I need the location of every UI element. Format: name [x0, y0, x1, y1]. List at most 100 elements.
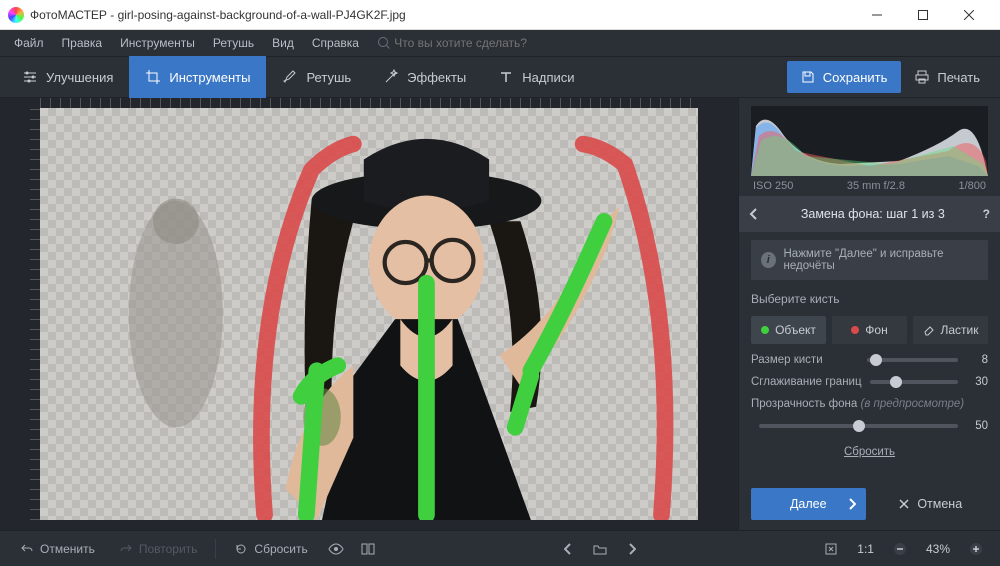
- brush-size-value: 8: [966, 354, 988, 366]
- menu-retouch[interactable]: Ретушь: [205, 33, 262, 53]
- tab-captions[interactable]: Надписи: [482, 56, 590, 98]
- wand-icon: [383, 69, 399, 85]
- ruler-vertical: [30, 108, 40, 520]
- cancel-button[interactable]: Отмена: [874, 488, 989, 520]
- window-maximize-button[interactable]: [900, 0, 946, 30]
- brush-icon: [282, 69, 298, 85]
- zoom-out-button[interactable]: [886, 535, 914, 563]
- opacity-value: 50: [966, 420, 988, 432]
- exif-shutter: 1/800: [958, 180, 986, 192]
- tab-label: Инструменты: [169, 70, 250, 85]
- right-panel: ISO 250 35 mm f/2.8 1/800 Замена фона: ш…: [738, 98, 1000, 530]
- menu-search-input[interactable]: [394, 36, 594, 50]
- save-icon: [801, 70, 815, 84]
- panel-hint: i Нажмите "Далее" и исправьте недочёты: [751, 240, 988, 280]
- brush-object-button[interactable]: Объект: [751, 316, 826, 344]
- undo-label: Отменить: [40, 542, 95, 556]
- close-icon: [899, 499, 909, 509]
- zoom-ratio[interactable]: 1:1: [849, 542, 882, 556]
- panel-header: Замена фона: шаг 1 из 3 ?: [739, 196, 1000, 232]
- reset-button[interactable]: Сбросить: [224, 535, 317, 563]
- print-button[interactable]: Печать: [901, 61, 994, 93]
- menu-tools[interactable]: Инструменты: [112, 33, 203, 53]
- print-icon: [915, 70, 929, 84]
- folder-icon: [593, 543, 607, 555]
- panel-title: Замена фона: шаг 1 из 3: [771, 207, 975, 221]
- menu-edit[interactable]: Правка: [54, 33, 111, 53]
- menu-file[interactable]: Файл: [6, 33, 52, 53]
- cancel-label: Отмена: [917, 497, 962, 511]
- redo-label: Повторить: [139, 542, 198, 556]
- reset-link[interactable]: Сбросить: [751, 446, 988, 458]
- preview-toggle-button[interactable]: [322, 535, 350, 563]
- brush-size-label: Размер кисти: [751, 354, 859, 366]
- red-dot-icon: [851, 326, 859, 334]
- tab-label: Эффекты: [407, 70, 466, 85]
- canvas[interactable]: [40, 108, 698, 520]
- window-minimize-button[interactable]: [854, 0, 900, 30]
- zoom-percent: 43%: [918, 542, 958, 556]
- brush-label: Ластик: [941, 323, 979, 337]
- redo-button[interactable]: Повторить: [109, 535, 208, 563]
- menubar: Файл Правка Инструменты Ретушь Вид Справ…: [0, 30, 1000, 56]
- choose-brush-label: Выберите кисть: [751, 292, 988, 306]
- brush-size-slider[interactable]: [867, 358, 958, 362]
- fit-screen-button[interactable]: [817, 535, 845, 563]
- canvas-illustration: [40, 108, 698, 520]
- reset-label: Сбросить: [254, 542, 307, 556]
- smooth-value: 30: [966, 376, 988, 388]
- search-icon: [377, 36, 391, 50]
- brush-background-button[interactable]: Фон: [832, 316, 907, 344]
- ruler-horizontal: [40, 98, 698, 108]
- undo-button[interactable]: Отменить: [10, 535, 105, 563]
- app-logo-icon: [8, 7, 24, 23]
- next-button[interactable]: Далее: [751, 488, 866, 520]
- chevron-right-icon: [848, 498, 856, 510]
- save-label: Сохранить: [823, 70, 888, 85]
- menu-search: [377, 36, 594, 50]
- text-icon: [498, 69, 514, 85]
- print-label: Печать: [937, 70, 980, 85]
- mode-tabs: Улучшения Инструменты Ретушь Эффекты Над…: [0, 56, 1000, 98]
- tab-label: Ретушь: [306, 70, 351, 85]
- green-dot-icon: [761, 326, 769, 334]
- redo-icon: [119, 542, 133, 556]
- menu-help[interactable]: Справка: [304, 33, 367, 53]
- tab-retouch[interactable]: Ретушь: [266, 56, 367, 98]
- nav-next-button[interactable]: [618, 535, 646, 563]
- eraser-icon: [923, 324, 935, 336]
- opacity-slider[interactable]: [759, 424, 958, 428]
- brush-eraser-button[interactable]: Ластик: [913, 316, 988, 344]
- sliders-icon: [22, 69, 38, 85]
- histogram[interactable]: [751, 106, 988, 176]
- panel-help-button[interactable]: ?: [983, 207, 990, 221]
- window-close-button[interactable]: [946, 0, 992, 30]
- smooth-slider[interactable]: [870, 380, 958, 384]
- brush-label: Фон: [865, 323, 887, 337]
- exif-focal: 35 mm f/2.8: [847, 180, 905, 192]
- next-label: Далее: [790, 497, 827, 511]
- eye-icon: [328, 543, 344, 555]
- undo-icon: [20, 542, 34, 556]
- tab-enhance[interactable]: Улучшения: [6, 56, 129, 98]
- window-titlebar: ФотоМАСТЕР - girl-posing-against-backgro…: [0, 0, 1000, 30]
- exif-iso: ISO 250: [753, 180, 793, 192]
- crop-icon: [145, 69, 161, 85]
- menu-view[interactable]: Вид: [264, 33, 302, 53]
- reset-icon: [234, 542, 248, 556]
- bottom-bar: Отменить Повторить Сбросить 1:1 43%: [0, 530, 1000, 566]
- tab-tools[interactable]: Инструменты: [129, 56, 266, 98]
- panel-back-button[interactable]: [749, 207, 763, 221]
- histogram-box: ISO 250 35 mm f/2.8 1/800: [739, 98, 1000, 196]
- save-button[interactable]: Сохранить: [787, 61, 902, 93]
- nav-browse-button[interactable]: [586, 535, 614, 563]
- canvas-area: [0, 98, 738, 530]
- zoom-in-button[interactable]: [962, 535, 990, 563]
- smooth-label: Сглаживание границ: [751, 376, 862, 388]
- compare-button[interactable]: [354, 535, 382, 563]
- tab-label: Надписи: [522, 70, 574, 85]
- compare-icon: [361, 542, 375, 556]
- fit-icon: [824, 542, 838, 556]
- nav-prev-button[interactable]: [554, 535, 582, 563]
- tab-effects[interactable]: Эффекты: [367, 56, 482, 98]
